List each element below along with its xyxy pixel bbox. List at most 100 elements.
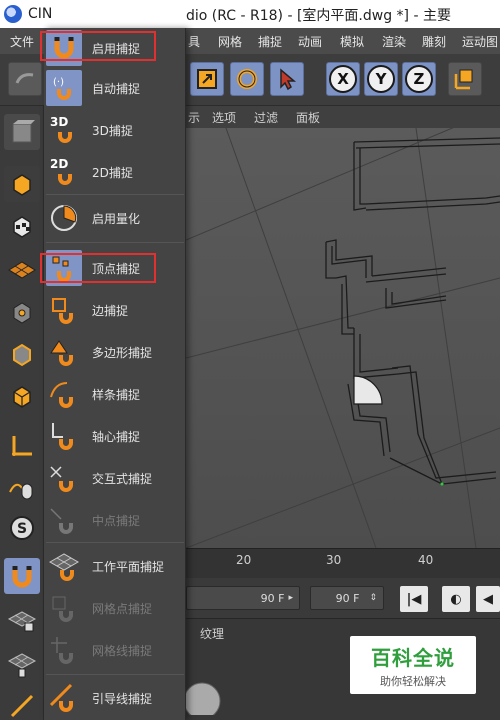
- previous-frame-button[interactable]: ◀: [476, 586, 500, 612]
- polygon-snap-icon: [46, 334, 82, 370]
- guide-tool-button[interactable]: [4, 688, 40, 720]
- axis-mode-icon: [12, 436, 32, 456]
- rotate-tool-button[interactable]: [230, 62, 264, 96]
- menu-mograph[interactable]: 运动图: [462, 33, 498, 50]
- end-frame-field[interactable]: 90 F ▸: [186, 586, 300, 610]
- snap-menu-label: 启用捕捉: [92, 41, 141, 56]
- menu-file[interactable]: 文件: [10, 33, 34, 50]
- menu-mesh[interactable]: 网格: [218, 33, 242, 50]
- material-preview-sphere[interactable]: [182, 675, 222, 715]
- vertex-marker: [440, 482, 444, 486]
- menu-sculpt[interactable]: 雕刻: [422, 33, 446, 50]
- arrow-right-icon: ▸: [288, 593, 293, 603]
- viewport-menu-display[interactable]: 示: [188, 109, 200, 126]
- snap-menu-midpoint-snap[interactable]: 中点捕捉: [44, 500, 186, 540]
- edges-mode-button[interactable]: [4, 336, 40, 372]
- timeline-tick-40: 40: [418, 553, 434, 567]
- preview-end-field[interactable]: 90 F ⇕: [310, 586, 384, 610]
- solo-mode-button[interactable]: S: [4, 510, 40, 546]
- svg-text:(·): (·): [53, 77, 64, 88]
- menu-tools[interactable]: 具: [188, 33, 200, 50]
- timeline-tick-20: 20: [236, 553, 252, 567]
- previous-key-button[interactable]: ◐: [442, 586, 470, 612]
- workplane-mode-button[interactable]: [4, 250, 40, 286]
- snap-menu-grid-point-snap[interactable]: 网格点捕捉: [44, 588, 186, 628]
- snap-menu-3d-snap[interactable]: 3D 3D捕捉: [44, 110, 186, 150]
- viewport-menu-options[interactable]: 选项: [212, 109, 236, 126]
- axis-mode-button[interactable]: [4, 428, 40, 464]
- menu-snap[interactable]: 捕捉: [258, 33, 282, 50]
- polygons-mode-button[interactable]: [4, 378, 40, 414]
- snap-menu-label: 引导线捕捉: [92, 691, 153, 706]
- coordinate-system-button[interactable]: [448, 62, 482, 96]
- undo-button[interactable]: [8, 62, 42, 96]
- x-axis-label: X: [329, 65, 357, 93]
- menu-animate[interactable]: 动画: [298, 33, 322, 50]
- snap-menu-enable-quantize[interactable]: 启用量化: [44, 198, 186, 238]
- snap-toggle-button[interactable]: [4, 558, 40, 594]
- snap-menu-polygon-snap[interactable]: 多边形捕捉: [44, 332, 186, 372]
- select-tool-button[interactable]: [270, 62, 304, 96]
- points-mode-icon: [13, 302, 31, 324]
- snap-menu-auto-snap[interactable]: (·) 自动捕捉: [44, 68, 186, 108]
- workplane-snap-icon: [46, 548, 82, 584]
- grid-point-snap-icon: [46, 590, 82, 626]
- transport-controls: 90 F ▸ 90 F ⇕ |◀ ◐ ◀: [186, 578, 500, 618]
- menu-separator: [46, 674, 184, 675]
- snap-menu-vertex-snap[interactable]: 顶点捕捉: [44, 248, 186, 288]
- spline-snap-icon: [46, 376, 82, 412]
- viewport-menu-panel[interactable]: 面板: [296, 109, 320, 126]
- snap-menu-intersection-snap[interactable]: 交互式捕捉: [44, 458, 186, 498]
- menu-render[interactable]: 渲染: [382, 33, 406, 50]
- texture-mode-button[interactable]: [4, 208, 40, 244]
- grid-lock-icon: [7, 611, 37, 632]
- snap-menu-enable-snap[interactable]: 启用捕捉: [44, 28, 186, 68]
- 3d-viewport[interactable]: [186, 128, 500, 548]
- checker-cube-icon: [13, 216, 31, 238]
- guide-icon: [10, 694, 34, 718]
- svg-text:3D: 3D: [50, 115, 68, 129]
- snap-menu-workplane-snap[interactable]: 工作平面捕捉: [44, 546, 186, 586]
- snap-menu-grid-line-snap[interactable]: 网格线捕捉: [44, 630, 186, 670]
- tweak-mode-button[interactable]: [4, 470, 40, 506]
- snap-menu-guide-snap[interactable]: 引导线捕捉: [44, 678, 186, 718]
- object-mode-button[interactable]: [4, 166, 40, 202]
- snap-menu-edge-snap[interactable]: 边捕捉: [44, 290, 186, 330]
- timeline-ruler[interactable]: 20 30 40: [186, 548, 500, 578]
- snap-menu-label: 样条捕捉: [92, 387, 141, 402]
- workplane-align-button[interactable]: [4, 646, 40, 682]
- points-mode-button[interactable]: [4, 294, 40, 330]
- menu-simulate[interactable]: 模拟: [340, 33, 364, 50]
- snap-menu-label: 边捕捉: [92, 303, 129, 318]
- magnet-icon: [46, 30, 82, 66]
- vertex-snap-icon: [46, 250, 82, 286]
- scale-tool-button[interactable]: [190, 62, 224, 96]
- auto-snap-icon: (·): [46, 70, 82, 106]
- snap-menu-label: 多边形捕捉: [92, 345, 153, 360]
- previous-frame-icon: ◀: [483, 591, 493, 607]
- snap-menu-axis-snap[interactable]: 轴心捕捉: [44, 416, 186, 456]
- model-mode-button[interactable]: [4, 114, 40, 150]
- y-axis-label: Y: [367, 65, 395, 93]
- x-axis-lock-button[interactable]: X: [326, 62, 360, 96]
- workplane-lock-button[interactable]: [4, 602, 40, 638]
- y-axis-lock-button[interactable]: Y: [364, 62, 398, 96]
- texture-tab[interactable]: 纹理: [200, 625, 224, 642]
- svg-text:S: S: [17, 521, 27, 537]
- snap-menu-spline-snap[interactable]: 样条捕捉: [44, 374, 186, 414]
- snap-menu-label: 自动捕捉: [92, 81, 141, 96]
- edges-mode-icon: [13, 343, 31, 367]
- viewport-menu-filter[interactable]: 过滤: [254, 109, 278, 126]
- snap-menu-label: 顶点捕捉: [92, 261, 141, 276]
- snap-menu-label: 网格点捕捉: [92, 601, 153, 616]
- go-to-start-button[interactable]: |◀: [400, 586, 428, 612]
- snap-menu-2d-snap[interactable]: 2D 2D捕捉: [44, 152, 186, 192]
- menu-separator: [46, 242, 184, 243]
- undo-icon: [15, 73, 34, 84]
- snap-dropdown-menu: 启用捕捉 (·) 自动捕捉 3D 3D捕捉 2D 2D捕捉 启用量化 顶点捕捉: [40, 28, 186, 720]
- snap-menu-label: 轴心捕捉: [92, 429, 141, 444]
- z-axis-lock-button[interactable]: Z: [402, 62, 436, 96]
- 3d-snap-icon: 3D: [46, 112, 82, 148]
- title-text-right: dio (RC - R18) - [室内平面.dwg *] - 主要: [186, 8, 451, 24]
- 2d-snap-icon: 2D: [46, 154, 82, 190]
